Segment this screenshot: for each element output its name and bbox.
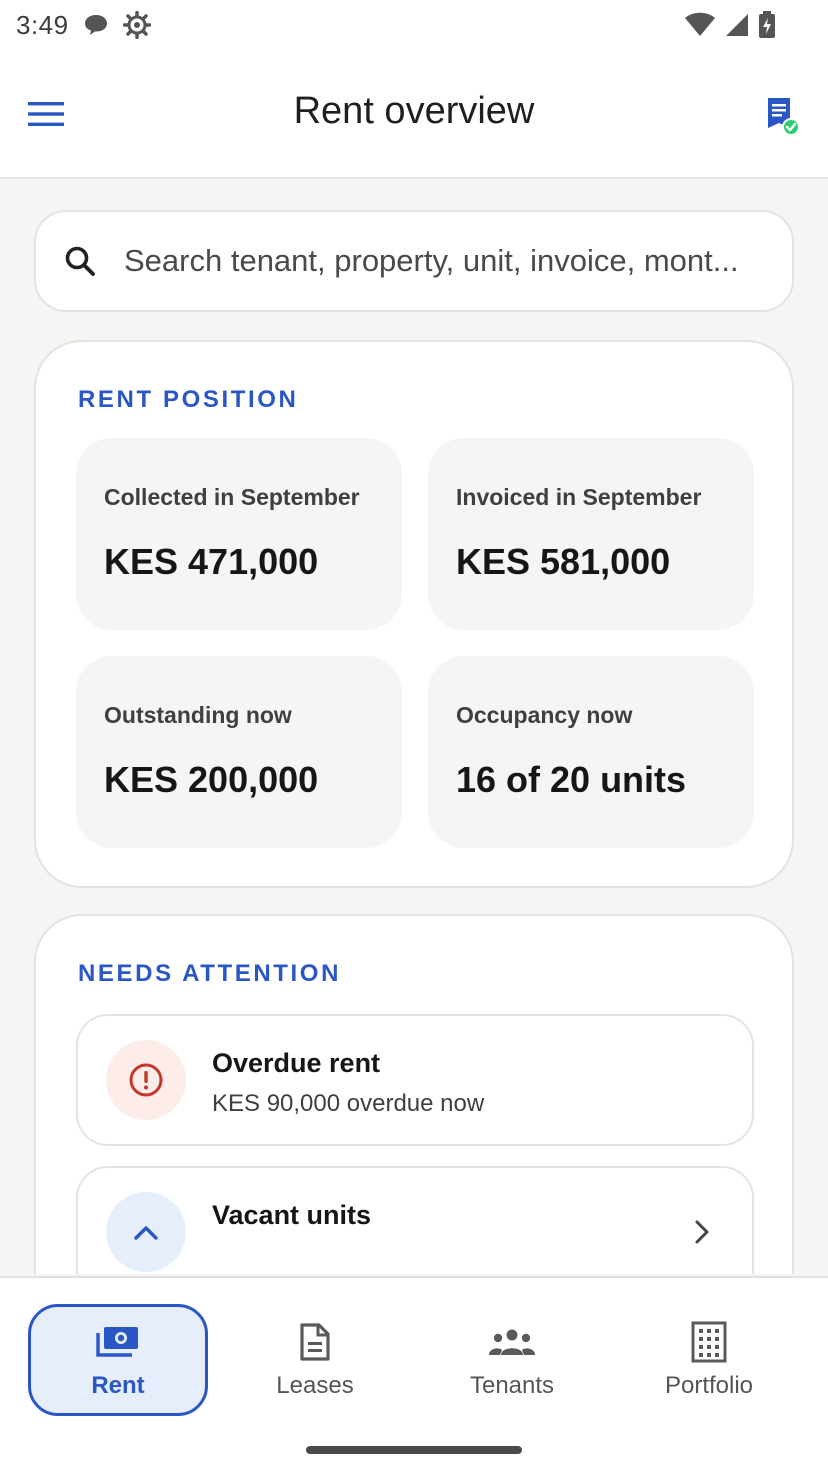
attention-item-overdue-rent[interactable]: Overdue rent KES 90,000 overdue now	[76, 1014, 754, 1146]
bottom-navigation: Rent Leases Tenants Portfolio	[0, 1276, 828, 1472]
nav-label: Leases	[276, 1372, 354, 1399]
chevron-right-icon	[692, 1218, 712, 1251]
needs-attention-card: NEEDS ATTENTION Overdue rent KES 90,000 …	[34, 914, 794, 1274]
search-input[interactable]	[124, 243, 764, 279]
attention-item-title: Vacant units	[212, 1200, 372, 1230]
tile-value: KES 471,000	[104, 541, 319, 582]
wifi-icon	[684, 12, 716, 38]
chevron-up-icon	[106, 1192, 186, 1272]
tile-collected[interactable]: Collected in September KES 471,000	[76, 438, 402, 630]
document-check-icon[interactable]	[764, 96, 808, 140]
needs-attention-title: NEEDS ATTENTION	[78, 960, 342, 987]
home-indicator[interactable]	[306, 1446, 522, 1454]
page-title: Rent overview	[293, 90, 535, 132]
rent-position-card: RENT POSITION Collected in September KES…	[34, 340, 794, 888]
document-icon	[299, 1320, 331, 1364]
chat-bubble-icon	[83, 13, 109, 37]
cash-icon	[96, 1320, 140, 1364]
app-bar: Rent overview	[0, 50, 828, 178]
nav-label: Tenants	[469, 1372, 555, 1399]
settings-gear-icon	[122, 11, 151, 39]
tile-value: KES 200,000	[104, 759, 319, 800]
nav-item-tenants[interactable]: Tenants	[422, 1304, 602, 1416]
attention-item-title: Overdue rent	[212, 1048, 381, 1078]
battery-charging-icon	[758, 11, 776, 39]
status-left: 3:49	[16, 10, 151, 41]
alert-circle-icon	[106, 1040, 186, 1120]
people-icon	[488, 1320, 536, 1364]
nav-label: Rent	[91, 1372, 145, 1399]
attention-item-vacant-units[interactable]: Vacant units	[76, 1166, 754, 1274]
tile-value: 16 of 20 units	[456, 759, 687, 800]
search-bar[interactable]	[34, 210, 794, 312]
tile-value: KES 581,000	[456, 541, 671, 582]
tile-outstanding[interactable]: Outstanding now KES 200,000	[76, 656, 402, 848]
nav-item-leases[interactable]: Leases	[225, 1304, 405, 1416]
tile-label: Invoiced in September	[456, 484, 702, 510]
cell-signal-icon	[724, 12, 750, 38]
rent-position-title: RENT POSITION	[78, 386, 299, 413]
tile-label: Collected in September	[104, 484, 360, 510]
tile-label: Outstanding now	[104, 702, 292, 728]
nav-label: Portfolio	[664, 1372, 754, 1399]
tile-invoiced[interactable]: Invoiced in September KES 581,000	[428, 438, 754, 630]
tile-label: Occupancy now	[456, 702, 633, 728]
nav-item-portfolio[interactable]: Portfolio	[619, 1304, 799, 1416]
building-icon	[691, 1320, 727, 1364]
attention-item-subtitle: KES 90,000 overdue now	[212, 1090, 485, 1117]
status-right	[684, 11, 776, 39]
status-bar: 3:49	[0, 0, 828, 50]
search-icon	[64, 244, 98, 278]
nav-item-rent[interactable]: Rent	[28, 1304, 208, 1416]
status-time: 3:49	[16, 9, 69, 40]
tile-occupancy[interactable]: Occupancy now 16 of 20 units	[428, 656, 754, 848]
